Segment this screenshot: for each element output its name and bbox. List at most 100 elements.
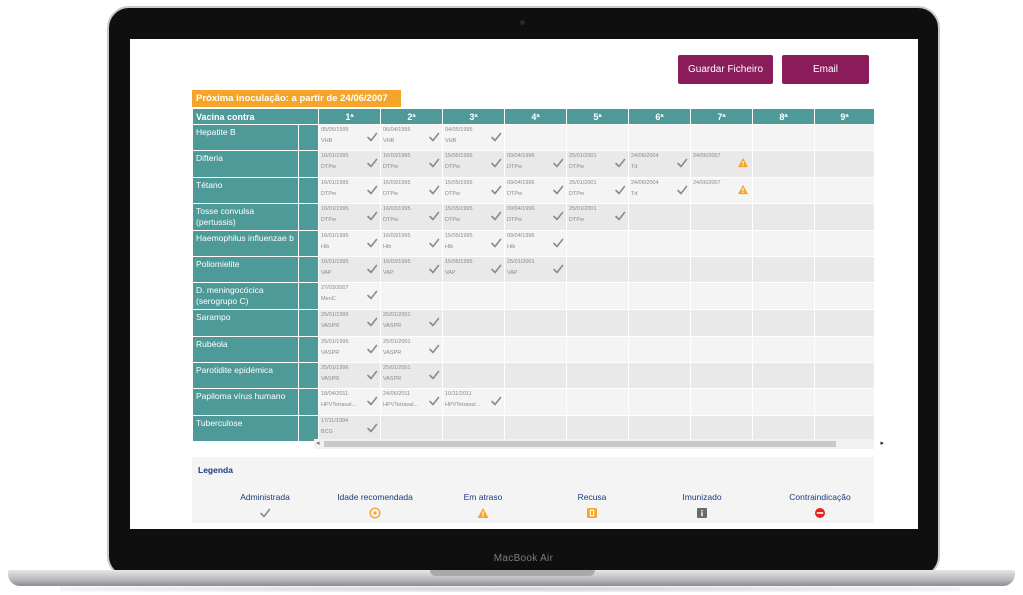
- dose-cell[interactable]: 15/05/1995 DTPw: [442, 176, 505, 204]
- scroll-right-arrow-icon[interactable]: ▸: [880, 439, 884, 449]
- legend-label: Em atraso: [463, 492, 503, 502]
- check-icon: [429, 370, 440, 380]
- check-icon: [367, 238, 378, 248]
- vaccine-name: Papiloma vírus humano: [192, 388, 299, 416]
- dose-cell[interactable]: 17/11/1994 BCG: [318, 414, 381, 442]
- dose-cell[interactable]: 04/05/1995 VHB: [442, 123, 505, 152]
- dose-cell[interactable]: 05/05/1995 VHB: [318, 123, 381, 152]
- table-row: Tosse convulsa (pertussis) 16/01/1995 DTPw…: [192, 202, 875, 231]
- dose-cell: [690, 202, 753, 231]
- vaccination-table: Vacina contra 1ª 2ª 3ª 4ª 5ª 6ª 7ª 8ª 9ª Hepatit…: [192, 108, 875, 442]
- dose-cell[interactable]: 25/01/2001 VASPR: [380, 335, 443, 364]
- dose-cell: [690, 309, 753, 337]
- check-icon: [491, 158, 502, 168]
- table-row: Hepatite B 05/05/1995 VHB 06/04/1995 VHB 04/0…: [192, 123, 875, 152]
- dose-cell[interactable]: 15/05/1995 Hib: [442, 229, 505, 258]
- dose-cell: [628, 202, 691, 231]
- dose-cell[interactable]: 09/04/1996 DTPw: [504, 176, 567, 204]
- check-icon: [491, 132, 502, 142]
- dose-cell: [442, 309, 505, 337]
- dose-cell: [814, 362, 875, 390]
- dose-cell: [628, 256, 691, 284]
- check-icon: [677, 158, 688, 168]
- dose-cell[interactable]: 24/06/2007: [690, 150, 753, 178]
- dose-cell[interactable]: 15/05/1995 DTPw: [442, 202, 505, 231]
- email-button[interactable]: Email: [782, 55, 869, 84]
- vaccine-extra-cell: [298, 229, 319, 258]
- dose-cell: [752, 229, 815, 258]
- contraindication-icon: [815, 508, 825, 518]
- dose-cell: [566, 362, 629, 390]
- dose-cell: [752, 282, 815, 311]
- dose-cell: [814, 176, 875, 204]
- dose-cell[interactable]: 09/04/1996 Hib: [504, 229, 567, 258]
- scroll-left-arrow-icon[interactable]: ◂: [316, 439, 320, 449]
- dose-cell: [752, 176, 815, 204]
- dose-cell[interactable]: 25/01/1996 VASPR: [318, 335, 381, 364]
- dose-cell[interactable]: 25/01/2001 VASPR: [380, 309, 443, 337]
- dose-cell[interactable]: 25/01/2001 DTPw: [566, 176, 629, 204]
- dose-cell[interactable]: 24/06/2007: [690, 176, 753, 204]
- vaccine-name: Tétano: [192, 176, 299, 204]
- dose-cell[interactable]: 27/03/2007 MenC: [318, 282, 381, 311]
- dose-cell: [814, 414, 875, 442]
- check-icon: [429, 318, 440, 327]
- horizontal-scrollbar[interactable]: ◂ ▸: [314, 439, 884, 449]
- dose-cell: [814, 309, 875, 337]
- check-icon: [677, 185, 688, 194]
- dose-cell[interactable]: 24/06/2011 HPVTetraval...: [380, 388, 443, 416]
- check-icon: [491, 185, 502, 194]
- dose-cell: [628, 123, 691, 152]
- dose-cell[interactable]: 25/01/2001 DTPw: [566, 150, 629, 178]
- dose-cell[interactable]: 16/01/1995 DTPw: [318, 202, 381, 231]
- dose-cell: [628, 414, 691, 442]
- dose-cell[interactable]: 16/03/1995 Hib: [380, 229, 443, 258]
- dose-cell[interactable]: 16/03/1995 DTPw: [380, 176, 443, 204]
- table-row: Sarampo 25/01/1996 VASPR 25/01/2001 VASPR: [192, 309, 875, 337]
- vaccine-name: Tosse convulsa (pertussis): [192, 202, 299, 231]
- next-inoculation-banner: Próxima inoculação: a partir de 24/06/20…: [192, 90, 401, 107]
- check-icon: [429, 238, 440, 248]
- warning-icon: [477, 508, 489, 518]
- dose-cell[interactable]: 16/03/1995 VAP: [380, 256, 443, 284]
- dose-cell[interactable]: 16/01/1995 VAP: [318, 256, 381, 284]
- dose-cell[interactable]: 25/01/1996 VASPR: [318, 309, 381, 337]
- dose-cell[interactable]: 09/04/1996 DTPw: [504, 202, 567, 231]
- dose-cell[interactable]: 09/04/1996 DTPw: [504, 150, 567, 178]
- dose-cell[interactable]: 25/01/2001 VAP: [504, 256, 567, 284]
- dose-cell: [628, 229, 691, 258]
- dose-cell: [690, 388, 753, 416]
- dose-cell[interactable]: 25/01/2001 VASPR: [380, 362, 443, 390]
- check-icon: [367, 185, 378, 194]
- dose-cell: [814, 282, 875, 311]
- dose-cell[interactable]: 18/04/2011 HPVTetraval...: [318, 388, 381, 416]
- dose-cell: [566, 229, 629, 258]
- dose-cell[interactable]: 16/03/1995 DTPw: [380, 150, 443, 178]
- legend-item: Contraindicação: [765, 492, 875, 519]
- dose-cell[interactable]: 16/01/1995 Hib: [318, 229, 381, 258]
- dose-cell[interactable]: 16/01/1995 DTPw: [318, 176, 381, 204]
- dose-cell: [814, 388, 875, 416]
- dose-cell[interactable]: 25/01/1996 VASPR: [318, 362, 381, 390]
- dose-cell: [752, 123, 815, 152]
- dose-cell: [566, 309, 629, 337]
- save-file-button[interactable]: Guardar Ficheiro: [678, 55, 773, 84]
- vaccine-extra-cell: [298, 123, 319, 152]
- dose-cell[interactable]: 24/06/2004 Td: [628, 150, 691, 178]
- check-icon: [367, 344, 378, 354]
- dose-cell[interactable]: 24/06/2004 Td: [628, 176, 691, 204]
- dose-cell[interactable]: 06/04/1995 VHB: [380, 123, 443, 152]
- dose-cell[interactable]: 16/03/1995 DTPw: [380, 202, 443, 231]
- check-icon: [367, 132, 378, 142]
- dose-cell: [566, 256, 629, 284]
- check-icon: [429, 158, 440, 168]
- table-row: Parotidite epidémica 25/01/1996 VASPR 25/01…: [192, 362, 875, 390]
- dose-cell: [566, 335, 629, 364]
- dose-cell[interactable]: 15/05/1995 VAP: [442, 256, 505, 284]
- dose-cell[interactable]: 15/05/1995 DTPw: [442, 150, 505, 178]
- scrollbar-thumb[interactable]: [324, 441, 836, 447]
- laptop-shadow: [60, 586, 960, 592]
- dose-cell[interactable]: 16/01/1995 DTPw: [318, 150, 381, 178]
- dose-cell[interactable]: 25/01/2001 DTPw: [566, 202, 629, 231]
- dose-cell[interactable]: 10/11/2011 HPVTetraval...: [442, 388, 505, 416]
